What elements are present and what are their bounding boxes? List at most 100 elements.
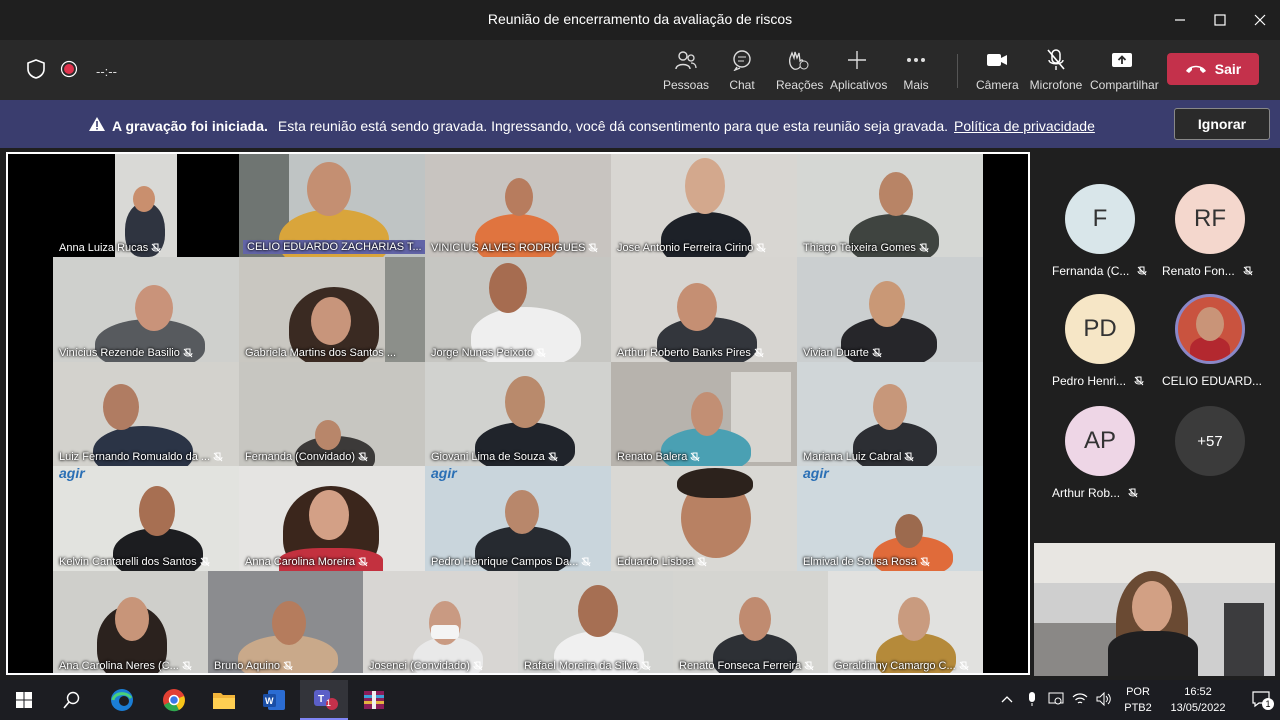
video-tile[interactable]: Geraldinny Camargo C...	[828, 571, 983, 673]
mic-off-icon	[959, 661, 969, 671]
agir-logo: agir	[803, 466, 829, 481]
mic-off-icon	[641, 661, 651, 671]
participant-name: CELIO EDUARDO ZACHARIAS T...	[243, 240, 425, 254]
maximize-button[interactable]	[1200, 0, 1240, 40]
plus-icon	[848, 51, 866, 69]
clock[interactable]: 16:52 13/05/2022	[1160, 684, 1236, 716]
more-participants-button[interactable]: +57	[1146, 374, 1266, 484]
participant-name: Giovani Lima de Souza	[431, 451, 558, 463]
video-tile[interactable]: Vivian Duarte	[797, 257, 983, 362]
video-gallery: Anna Luiza Rucas CELIO EDUARDO ZACHARIAS…	[6, 152, 1030, 675]
search-icon[interactable]	[48, 680, 96, 720]
video-tile[interactable]: Bruno Aquino	[208, 571, 363, 673]
video-tile[interactable]: Rafael Moreira da Silva	[518, 571, 673, 673]
video-tile[interactable]: agir Pedro Henrique Campos Da...	[425, 466, 611, 571]
video-tile[interactable]: Vinícius Rezende Basilio	[53, 257, 239, 362]
mic-off-icon	[548, 452, 558, 462]
warning-icon	[88, 116, 106, 135]
meeting-toolbar: --:-- Pessoas Chat Reações Aplicativos M…	[0, 40, 1280, 100]
mic-off-icon	[358, 557, 368, 567]
notifications-icon[interactable]: 1	[1242, 690, 1280, 711]
people-button[interactable]: Pessoas	[662, 48, 710, 96]
roster-item[interactable]: RF Renato Fon...	[1146, 152, 1266, 278]
mic-off-icon	[920, 557, 930, 567]
reactions-button[interactable]: Reações	[776, 48, 823, 96]
word-icon[interactable]: W	[250, 680, 298, 720]
video-tile[interactable]: Fernanda (Convidado)	[239, 362, 425, 466]
mic-off-icon	[283, 661, 293, 671]
participant-name: Kelvin Cantarelli dos Santos	[59, 556, 210, 568]
privacy-policy-link[interactable]: Política de privacidade	[954, 118, 1095, 134]
roster-item[interactable]: F Fernanda (C...	[1036, 152, 1156, 278]
participant-name: Josenei (Convidado)	[369, 660, 483, 672]
chat-button[interactable]: Chat	[722, 48, 762, 96]
mic-off-icon	[536, 348, 546, 358]
avatar: F	[1065, 184, 1135, 254]
microphone-button[interactable]: Microfone	[1029, 48, 1083, 96]
mic-off-icon	[213, 452, 223, 462]
video-tile[interactable]: CELIO EDUARDO ZACHARIAS T...	[239, 154, 425, 257]
participant-name: Thiago Teixeira Gomes	[803, 242, 929, 254]
language-indicator[interactable]: POR PTB2	[1120, 684, 1156, 716]
hang-up-icon	[1185, 65, 1206, 73]
close-button[interactable]	[1240, 0, 1280, 40]
display-tray-icon[interactable]	[1044, 692, 1068, 709]
participant-name: Jorge Nunes Peixoto	[431, 347, 546, 359]
self-view-video[interactable]	[1034, 543, 1275, 676]
video-tile[interactable]: Thiago Teixeira Gomes	[797, 154, 983, 257]
participant-name: Luiz Fernando Romualdo da ...	[59, 451, 223, 463]
mic-off-icon	[804, 661, 814, 671]
roster-item[interactable]: CELIO EDUARD...	[1146, 262, 1266, 388]
microphone-tray-icon[interactable]	[1020, 691, 1044, 710]
mic-off-icon	[756, 243, 766, 253]
banner-message: Esta reunião está sendo gravada. Ingress…	[277, 117, 948, 134]
video-tile[interactable]: Gabriela Martins dos Santos ...	[239, 257, 425, 362]
overflow-count: +57	[1175, 406, 1245, 476]
chevron-up-icon[interactable]	[996, 694, 1018, 706]
minimize-button[interactable]	[1160, 0, 1200, 40]
volume-icon[interactable]	[1092, 691, 1116, 709]
video-tile[interactable]: Eduardo Lisboa	[611, 466, 797, 571]
video-tile[interactable]: VINICIUS ALVES RODRIGUES	[425, 154, 611, 257]
video-tile[interactable]: Renato Fonseca Ferreira	[673, 571, 828, 673]
video-tile[interactable]: Luiz Fernando Romualdo da ...	[53, 362, 239, 466]
video-tile[interactable]: Anna Luiza Rucas	[53, 154, 239, 257]
apps-button[interactable]: Aplicativos	[830, 48, 887, 96]
video-tile[interactable]: agir Kelvin Cantarelli dos Santos	[53, 466, 239, 571]
notification-count: 1	[1262, 697, 1274, 710]
camera-icon	[987, 54, 1007, 66]
file-explorer-icon[interactable]	[200, 680, 248, 720]
video-tile[interactable]: Renato Balera	[611, 362, 797, 466]
more-button[interactable]: Mais	[898, 48, 934, 96]
camera-button[interactable]: Câmera	[976, 48, 1019, 96]
winrar-icon[interactable]	[350, 680, 398, 720]
mic-off-icon	[358, 452, 368, 462]
video-tile[interactable]: Giovani Lima de Souza	[425, 362, 611, 466]
video-tile[interactable]: Arthur Roberto Banks Pires	[611, 257, 797, 362]
video-tile[interactable]: Josenei (Convidado)	[363, 571, 518, 673]
participant-name: Elmival de Sousa Rosa	[803, 556, 930, 568]
video-tile[interactable]: Mariana Luiz Cabral	[797, 362, 983, 466]
people-icon	[675, 51, 697, 70]
chrome-icon[interactable]	[150, 680, 198, 720]
participant-name: Arthur Roberto Banks Pires	[617, 347, 764, 359]
ignore-button[interactable]: Ignorar	[1174, 108, 1270, 140]
share-button[interactable]: Compartilhar	[1090, 48, 1159, 96]
video-tile[interactable]: Ana Carolina Neres (C...	[53, 571, 208, 673]
participant-name: Ana Carolina Neres (C...	[59, 660, 192, 672]
video-tile[interactable]: Jorge Nunes Peixoto	[425, 257, 611, 362]
windows-start-icon[interactable]	[0, 680, 48, 720]
shield-icon[interactable]	[26, 58, 46, 85]
mic-off-icon	[200, 557, 210, 567]
wifi-icon[interactable]	[1068, 692, 1092, 709]
video-tile[interactable]: Jose Antonio Ferreira Cirino	[611, 154, 797, 257]
edge-icon[interactable]	[98, 680, 146, 720]
teams-icon[interactable]: T 1	[300, 680, 348, 720]
participant-name: Vivian Duarte	[803, 347, 882, 359]
roster-item[interactable]: PD Pedro Henri...	[1036, 262, 1156, 388]
roster-item[interactable]: AP Arthur Rob...	[1036, 374, 1156, 500]
video-tile[interactable]: Anna Carolina Moreira	[239, 466, 425, 571]
video-tile[interactable]: agir Elmival de Sousa Rosa	[797, 466, 983, 571]
leave-button[interactable]: Sair	[1167, 53, 1259, 85]
mic-off-icon	[151, 243, 161, 253]
